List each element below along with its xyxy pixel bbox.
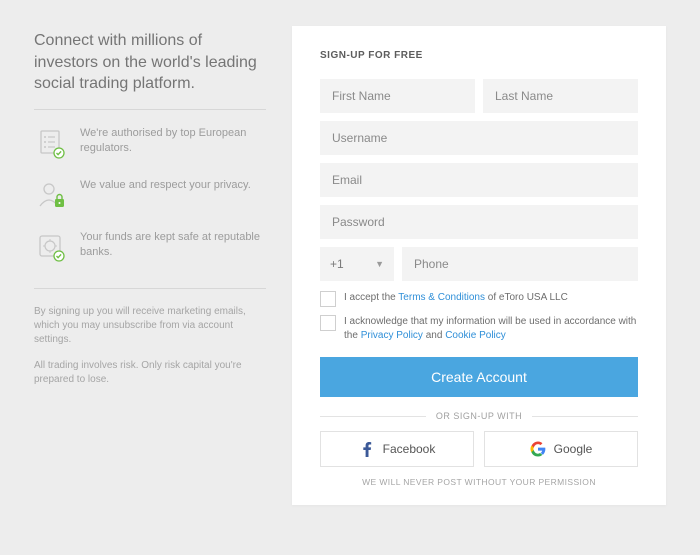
create-account-button[interactable]: Create Account: [320, 357, 638, 397]
user-lock-icon: [34, 178, 68, 212]
feature-funds: Your funds are kept safe at reputable ba…: [34, 230, 266, 264]
feature-regulators: We're authorised by top European regulat…: [34, 126, 266, 160]
first-name-input[interactable]: [320, 79, 475, 113]
dial-code-select[interactable]: +1 ▼: [320, 247, 394, 281]
terms-link[interactable]: Terms & Conditions: [398, 292, 485, 303]
terms-checkbox[interactable]: [320, 291, 336, 307]
google-label: Google: [554, 442, 593, 456]
password-input[interactable]: [320, 205, 638, 239]
divider: [34, 288, 266, 289]
info-panel: Connect with millions of investors on th…: [34, 26, 266, 505]
feature-text: We value and respect your privacy.: [80, 178, 251, 193]
form-title: SIGN-UP FOR FREE: [320, 50, 638, 61]
email-input[interactable]: [320, 163, 638, 197]
privacy-link[interactable]: Privacy Policy: [361, 330, 423, 341]
google-icon: [530, 441, 546, 457]
risk-disclaimer: All trading involves risk. Only risk cap…: [34, 359, 266, 387]
or-label: OR SIGN-UP WITH: [436, 411, 522, 421]
facebook-icon: [359, 441, 375, 457]
feature-text: We're authorised by top European regulat…: [80, 126, 266, 156]
acknowledge-checkbox[interactable]: [320, 315, 336, 331]
safe-icon: [34, 230, 68, 264]
acknowledge-label: I acknowledge that my information will b…: [344, 315, 638, 343]
chevron-down-icon: ▼: [375, 259, 384, 269]
marketing-disclaimer: By signing up you will receive marketing…: [34, 305, 266, 347]
facebook-signup-button[interactable]: Facebook: [320, 431, 474, 467]
signup-card: SIGN-UP FOR FREE +1 ▼ I accept the T: [292, 26, 666, 505]
terms-label: I accept the Terms & Conditions of eToro…: [344, 291, 568, 305]
google-signup-button[interactable]: Google: [484, 431, 638, 467]
never-post-note: WE WILL NEVER POST WITHOUT YOUR PERMISSI…: [320, 477, 638, 487]
username-input[interactable]: [320, 121, 638, 155]
feature-privacy: We value and respect your privacy.: [34, 178, 266, 212]
feature-text: Your funds are kept safe at reputable ba…: [80, 230, 266, 260]
dial-code-value: +1: [330, 257, 344, 271]
cookie-link[interactable]: Cookie Policy: [445, 330, 506, 341]
or-divider: OR SIGN-UP WITH: [320, 411, 638, 421]
checklist-icon: [34, 126, 68, 160]
facebook-label: Facebook: [383, 442, 436, 456]
phone-input[interactable]: [402, 247, 638, 281]
headline: Connect with millions of investors on th…: [34, 30, 266, 95]
last-name-input[interactable]: [483, 79, 638, 113]
features-list: We're authorised by top European regulat…: [34, 126, 266, 264]
divider: [34, 109, 266, 110]
